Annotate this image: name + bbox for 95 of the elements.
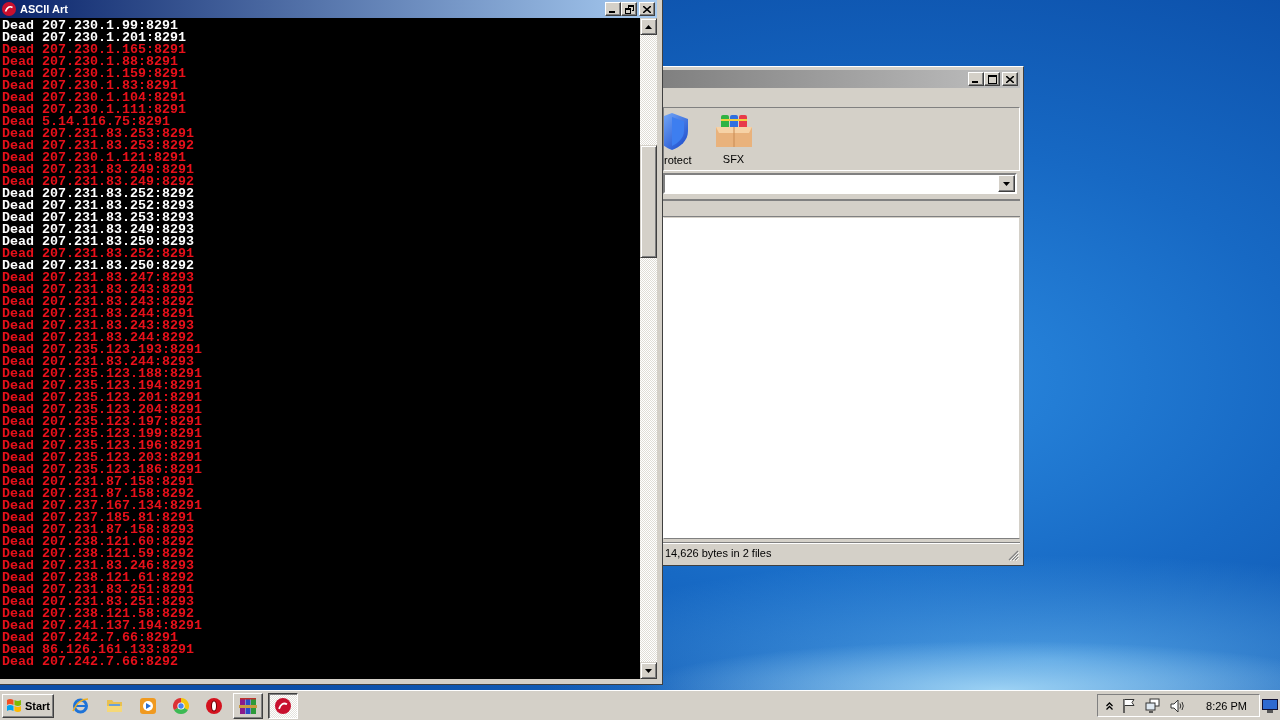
network-icon[interactable] bbox=[1145, 698, 1162, 713]
console-line: Dead 207.235.123.188:8291 bbox=[2, 368, 202, 380]
console-line: Dead 207.230.1.111:8291 bbox=[2, 104, 186, 116]
console-line: Dead 207.231.83.244:8292 bbox=[2, 332, 194, 344]
tricolor-circle-icon[interactable] bbox=[173, 697, 189, 714]
console-line: Dead 207.231.83.244:8293 bbox=[2, 356, 194, 368]
console-line: Dead 207.238.121.58:8292 bbox=[2, 608, 194, 620]
maximize-button[interactable] bbox=[984, 72, 1000, 86]
address-field[interactable] bbox=[663, 173, 1017, 194]
console-line: Dead 207.237.167.134:8291 bbox=[2, 500, 202, 512]
task-button[interactable] bbox=[268, 692, 298, 719]
console-line: Dead 207.231.83.252:8292 bbox=[2, 188, 194, 200]
down-triangle-icon bbox=[645, 668, 652, 673]
toolbar-button[interactable]: SFX bbox=[713, 113, 754, 165]
console-line: Dead 207.230.1.121:8291 bbox=[2, 152, 186, 164]
console-line: Dead 207.235.123.203:8291 bbox=[2, 452, 202, 464]
console-line: Dead 207.238.121.59:8292 bbox=[2, 548, 194, 560]
console-line: Dead 207.231.83.244:8291 bbox=[2, 308, 194, 320]
restore-icon bbox=[624, 4, 634, 14]
books-icon bbox=[239, 696, 257, 715]
console-line: Dead 207.231.83.252:8291 bbox=[2, 248, 194, 260]
console-line: Dead 207.231.83.243:8291 bbox=[2, 284, 194, 296]
console-line: Dead 5.14.116.75:8291 bbox=[2, 116, 170, 128]
restore-button[interactable] bbox=[621, 2, 637, 16]
resize-grip-icon[interactable] bbox=[1008, 550, 1019, 561]
scroll-up-button[interactable] bbox=[640, 18, 657, 35]
close-button[interactable] bbox=[1002, 72, 1018, 86]
box-icon bbox=[713, 113, 754, 149]
clock[interactable]: 8:26 PM bbox=[1206, 699, 1247, 712]
console-line: Dead 207.235.123.204:8291 bbox=[2, 404, 202, 416]
window-title: ASCII Art bbox=[20, 3, 68, 15]
status-text: 14,626 bytes in 2 files bbox=[664, 546, 772, 559]
console-line: Dead 207.231.83.253:8291 bbox=[2, 128, 194, 140]
console-line: Dead 207.230.1.104:8291 bbox=[2, 92, 186, 104]
speaker-icon[interactable] bbox=[1170, 698, 1186, 713]
console-line: Dead 207.231.83.243:8292 bbox=[2, 296, 194, 308]
scroll-down-button[interactable] bbox=[640, 662, 657, 679]
console-line: Dead 207.241.137.194:8291 bbox=[2, 620, 202, 632]
console-line: Dead 207.235.123.186:8291 bbox=[2, 464, 202, 476]
console-line: Dead 207.235.123.197:8291 bbox=[2, 416, 202, 428]
console-line: Dead 207.231.83.251:8291 bbox=[2, 584, 194, 596]
minimize-button[interactable] bbox=[968, 72, 984, 86]
console-line: Dead 207.230.1.99:8291 bbox=[2, 20, 178, 32]
console-line: Dead 207.235.123.199:8291 bbox=[2, 428, 202, 440]
chevron-up-icon[interactable] bbox=[1106, 701, 1114, 710]
flag-icon[interactable] bbox=[1122, 698, 1137, 713]
maximize-icon bbox=[987, 74, 997, 84]
up-triangle-icon bbox=[645, 24, 652, 29]
console-line: Dead 207.242.7.66:8291 bbox=[2, 632, 178, 644]
play-icon[interactable] bbox=[140, 697, 156, 714]
console-line: Dead 207.231.83.253:8293 bbox=[2, 212, 194, 224]
console-line: Dead 207.231.87.158:8291 bbox=[2, 476, 194, 488]
console-line: Dead 207.231.87.158:8292 bbox=[2, 488, 194, 500]
console-line: Dead 207.231.83.249:8292 bbox=[2, 176, 194, 188]
round-logo-icon bbox=[275, 697, 291, 714]
console-line: Dead 207.231.83.249:8291 bbox=[2, 164, 194, 176]
console-line: Dead 207.238.121.60:8292 bbox=[2, 536, 194, 548]
console-line: Dead 207.238.121.61:8292 bbox=[2, 572, 194, 584]
console-line: Dead 207.237.185.81:8291 bbox=[2, 512, 194, 524]
console-line: Dead 207.235.123.194:8291 bbox=[2, 380, 202, 392]
close-button[interactable] bbox=[639, 2, 655, 16]
minimize-button[interactable] bbox=[605, 2, 621, 16]
console-line: Dead 207.235.123.201:8291 bbox=[2, 392, 202, 404]
console-line: Dead 207.231.87.158:8293 bbox=[2, 524, 194, 536]
close-icon bbox=[643, 5, 651, 13]
console-line: Dead 207.231.83.252:8293 bbox=[2, 200, 194, 212]
minimize-icon bbox=[609, 11, 615, 13]
console-line: Dead 86.126.161.133:8291 bbox=[2, 644, 194, 656]
console-line: Dead 207.235.123.196:8291 bbox=[2, 440, 202, 452]
console-line: Dead 207.230.1.201:8291 bbox=[2, 32, 186, 44]
close-icon bbox=[1006, 75, 1014, 83]
console-line: Dead 207.242.7.66:8292 bbox=[2, 656, 178, 668]
console-line: Dead 207.231.83.253:8292 bbox=[2, 140, 194, 152]
console-line: Dead 207.231.83.246:8293 bbox=[2, 560, 194, 572]
console-line: Dead 207.231.83.250:8292 bbox=[2, 260, 194, 272]
minimize-icon bbox=[972, 81, 978, 83]
monitor-icon[interactable] bbox=[1262, 698, 1278, 713]
console-line: Dead 207.231.83.249:8293 bbox=[2, 224, 194, 236]
dropdown-button[interactable] bbox=[998, 175, 1015, 192]
console-line: Dead 207.231.83.250:8293 bbox=[2, 236, 194, 248]
round-logo-icon bbox=[2, 2, 16, 16]
scrollbar-thumb[interactable] bbox=[640, 145, 657, 258]
caret-icon bbox=[1003, 181, 1010, 186]
ring-icon[interactable] bbox=[206, 697, 222, 714]
console-line: Dead 207.231.83.251:8293 bbox=[2, 596, 194, 608]
console-line: Dead 207.230.1.159:8291 bbox=[2, 68, 186, 80]
orbit-globe-icon[interactable] bbox=[72, 697, 89, 714]
console-line: Dead 207.235.123.193:8291 bbox=[2, 344, 202, 356]
console-line: Dead 207.231.83.247:8293 bbox=[2, 272, 194, 284]
console-line: Dead 207.230.1.165:8291 bbox=[2, 44, 186, 56]
console-line: Dead 207.230.1.83:8291 bbox=[2, 80, 178, 92]
console-line: Dead 207.230.1.88:8291 bbox=[2, 56, 178, 68]
flag-logo-icon bbox=[6, 698, 22, 713]
console-line: Dead 207.231.83.243:8293 bbox=[2, 320, 194, 332]
start-button[interactable]: Start bbox=[2, 693, 54, 718]
